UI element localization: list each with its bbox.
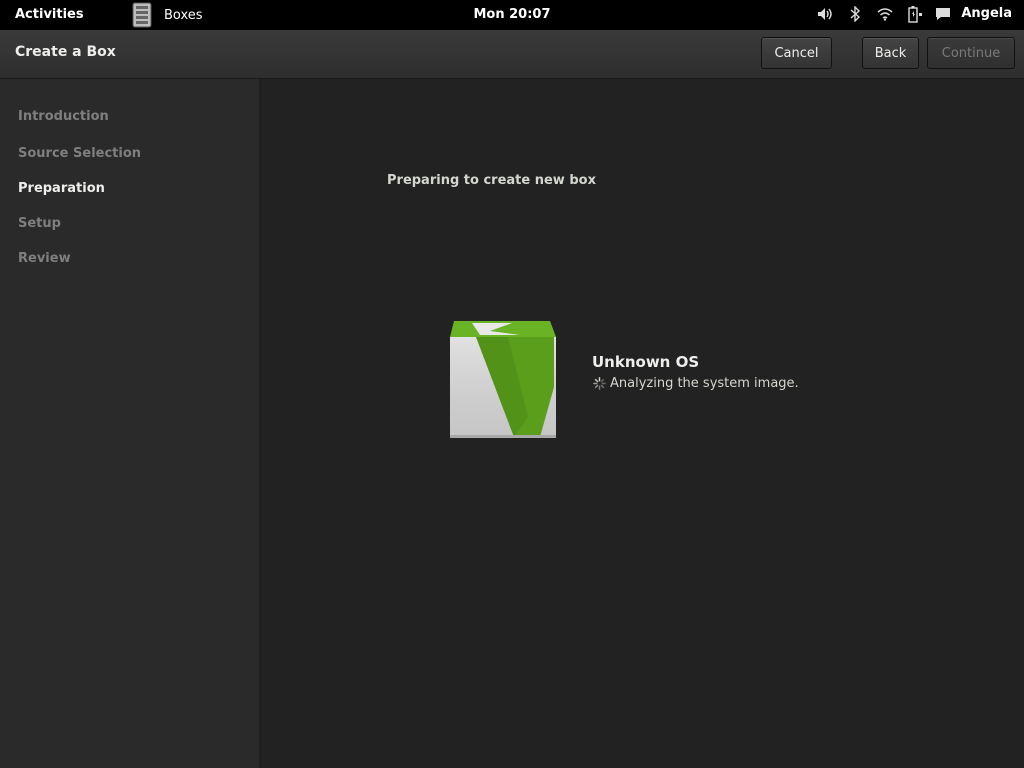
chat-icon [936,7,951,20]
app-name: Boxes [164,7,203,23]
top-bar: Activities Boxes Mon 20:07 Angela [0,0,1024,30]
cancel-button[interactable]: Cancel [761,37,832,69]
back-button[interactable]: Back [862,37,919,69]
wifi-icon[interactable] [876,5,894,23]
bluetooth-icon[interactable] [846,5,864,23]
dialog-title: Create a Box [15,44,116,60]
wizard-sidebar: Introduction Source Selection Preparatio… [0,79,261,768]
step-review: Review [18,251,71,266]
app-menu[interactable]: Boxes [128,0,203,30]
os-name: Unknown OS [592,353,700,371]
boxes-app-icon [132,2,152,28]
unknown-os-box-icon [450,321,556,438]
activities-button[interactable]: Activities [15,7,84,22]
dialog-header: Create a Box Cancel Back Continue [0,30,1024,79]
step-preparation: Preparation [18,181,105,196]
status-area[interactable] [816,5,924,23]
main-content: Preparing to create new box Unknown OS A… [261,79,1024,768]
battery-icon[interactable] [906,5,924,23]
preparation-heading: Preparing to create new box [387,173,596,188]
volume-icon[interactable] [816,5,834,23]
step-introduction: Introduction [18,109,109,124]
analysis-status: Analyzing the system image. [593,376,799,391]
continue-button[interactable]: Continue [927,37,1015,69]
user-name: Angela [961,6,1012,21]
user-menu[interactable]: Angela [935,6,1012,21]
spinner-icon [593,377,606,390]
clock[interactable]: Mon 20:07 [473,7,550,22]
step-setup: Setup [18,216,61,231]
step-source-selection: Source Selection [18,146,142,161]
analysis-status-text: Analyzing the system image. [610,376,799,391]
